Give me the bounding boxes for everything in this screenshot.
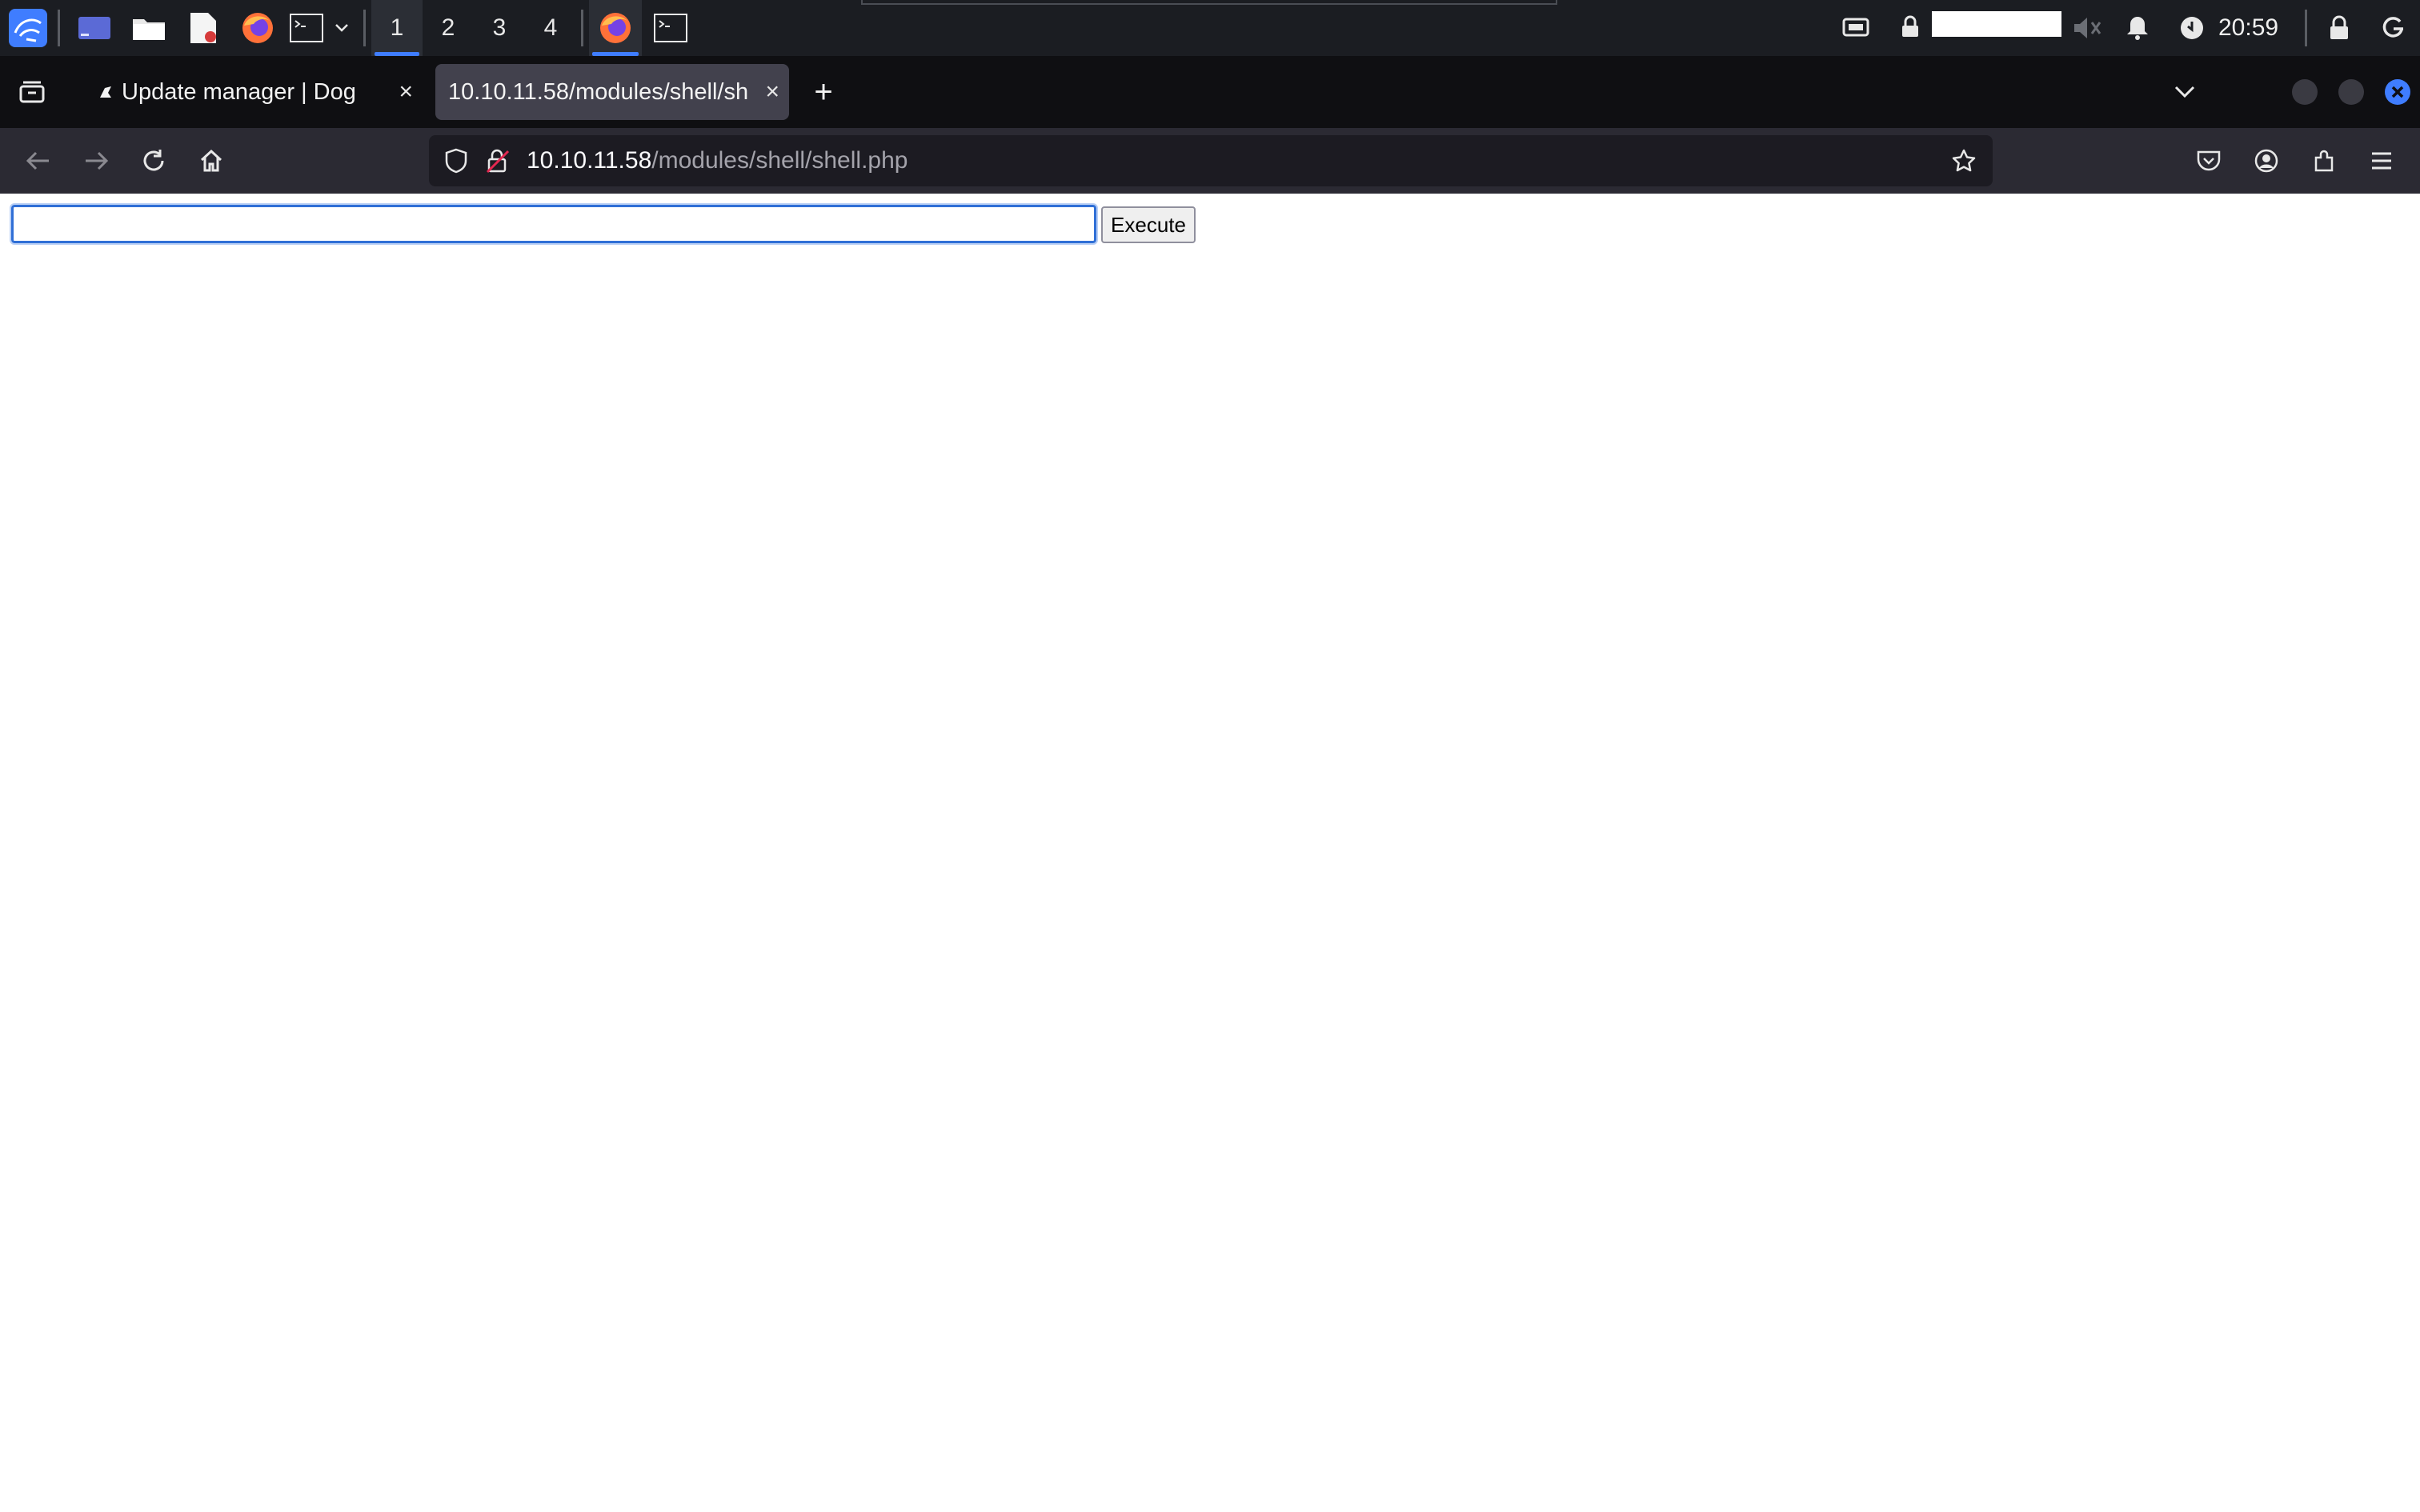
screen-icon[interactable]: [1837, 0, 1874, 56]
panel-separator: [581, 10, 583, 46]
account-icon[interactable]: [2242, 128, 2290, 194]
desktop-panel: 1 2 3 4 20:59: [0, 0, 2420, 56]
workspace-2[interactable]: 2: [423, 0, 474, 56]
tab-update-manager[interactable]: Update manager | Dog ×: [80, 64, 423, 120]
reload-icon[interactable]: [130, 128, 178, 194]
panel-separator: [58, 10, 60, 46]
workspace-3[interactable]: 3: [474, 0, 525, 56]
terminal-icon[interactable]: [285, 0, 328, 56]
panel-separator: [2305, 10, 2307, 46]
tab-title: Update manager | Dog: [122, 78, 356, 105]
panel-separator: [363, 10, 366, 46]
close-window-button[interactable]: [2385, 79, 2410, 105]
show-desktop-icon[interactable]: [72, 0, 117, 56]
list-all-tabs-icon[interactable]: [2161, 64, 2209, 120]
panel-window-indicator: [861, 0, 1557, 5]
browser-tab-strip: Update manager | Dog × 10.10.11.58/modul…: [0, 56, 2420, 128]
pocket-icon[interactable]: [2185, 128, 2233, 194]
back-arrow-icon[interactable]: [14, 128, 62, 194]
url-bar[interactable]: 10.10.11.58/modules/shell/shell.php: [429, 135, 1993, 186]
browser-toolbar: 10.10.11.58/modules/shell/shell.php: [0, 128, 2420, 194]
lock-screen-icon[interactable]: [2321, 0, 2358, 56]
text-editor-icon[interactable]: [181, 0, 226, 56]
insecure-lock-icon[interactable]: [480, 135, 515, 186]
execute-button[interactable]: Execute: [1101, 206, 1196, 243]
forward-arrow-icon[interactable]: [72, 128, 120, 194]
tab-title: 10.10.11.58/modules/shell/sh: [448, 78, 749, 105]
workspace-4[interactable]: 4: [525, 0, 576, 56]
taskbar-firefox-icon[interactable]: [589, 0, 642, 56]
command-input[interactable]: [10, 203, 1098, 245]
url-path: /modules/shell/shell.php: [651, 147, 908, 174]
tab-shell[interactable]: 10.10.11.58/modules/shell/sh ×: [435, 64, 789, 120]
taskbar-terminal-icon[interactable]: [647, 0, 695, 56]
shield-icon[interactable]: [439, 135, 474, 186]
network-speed-box: [1932, 11, 2061, 37]
dog-favicon-icon: [90, 83, 122, 101]
volume-muted-icon[interactable]: [2066, 0, 2106, 56]
home-icon[interactable]: [187, 128, 235, 194]
hamburger-menu-icon[interactable]: [2358, 128, 2406, 194]
bookmark-star-icon[interactable]: [1945, 135, 1983, 186]
bell-icon[interactable]: [2119, 0, 2156, 56]
tab-close-icon[interactable]: ×: [765, 64, 779, 120]
url-text[interactable]: 10.10.11.58/modules/shell/shell.php: [527, 135, 908, 186]
tab-overview-icon[interactable]: [8, 64, 56, 120]
new-tab-button[interactable]: +: [803, 64, 843, 120]
file-manager-icon[interactable]: [126, 0, 171, 56]
panel-clock[interactable]: 20:59: [2218, 0, 2278, 56]
logout-icon[interactable]: [2375, 0, 2412, 56]
chevron-down-icon[interactable]: [330, 0, 354, 56]
kali-menu-icon[interactable]: [3, 0, 53, 56]
firefox-icon[interactable]: [235, 0, 280, 56]
page-content: Execute: [0, 194, 2420, 1512]
workspace-1[interactable]: 1: [371, 0, 423, 56]
vpn-lock-icon[interactable]: [1892, 0, 1929, 56]
update-icon[interactable]: [2174, 0, 2210, 56]
url-host: 10.10.11.58: [527, 147, 652, 174]
minimize-window-button[interactable]: [2292, 79, 2318, 105]
extensions-icon[interactable]: [2300, 128, 2348, 194]
maximize-window-button[interactable]: [2338, 79, 2364, 105]
tab-close-icon[interactable]: ×: [399, 64, 413, 120]
